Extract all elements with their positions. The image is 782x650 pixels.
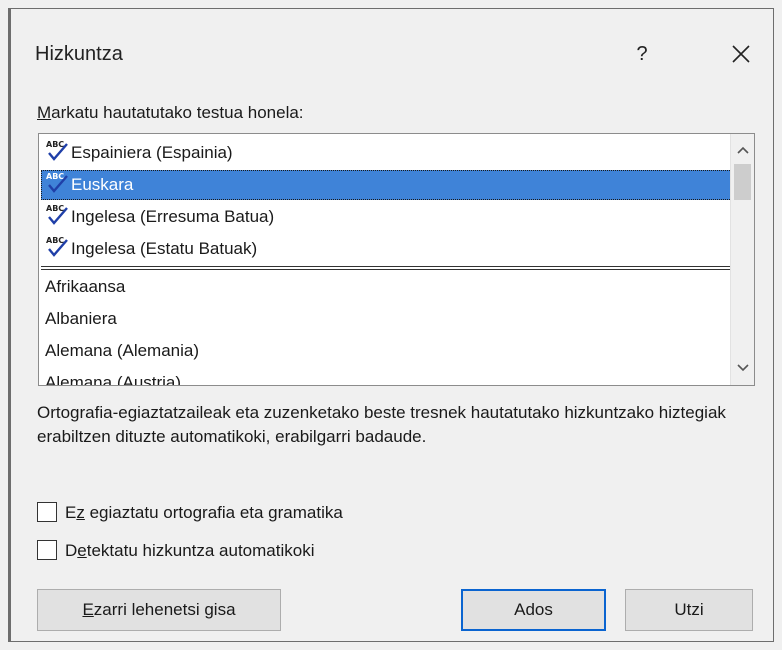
close-icon bbox=[732, 45, 750, 63]
checkbox-box[interactable] bbox=[37, 502, 57, 522]
language-label: Alemana (Alemania) bbox=[45, 341, 200, 360]
language-label: Espainiera (Espainia) bbox=[71, 143, 233, 162]
close-button[interactable] bbox=[723, 37, 759, 71]
chevron-up-icon bbox=[737, 146, 749, 154]
dialog-title: Hizkuntza bbox=[35, 43, 123, 65]
cancel-button[interactable]: Utzi bbox=[625, 589, 753, 631]
spellcheck-icon: ABC bbox=[45, 202, 69, 226]
language-label: Ingelesa (Estatu Batuak) bbox=[71, 239, 258, 258]
spellcheck-icon: ABC bbox=[45, 234, 69, 258]
spellcheck-icon: ABC bbox=[45, 170, 69, 194]
chevron-down-icon bbox=[737, 364, 749, 372]
svg-text:ABC: ABC bbox=[46, 236, 64, 245]
language-label: Albaniera bbox=[45, 309, 117, 328]
language-label: Ingelesa (Erresuma Batua) bbox=[71, 207, 275, 226]
listbox-scrollbar[interactable] bbox=[730, 134, 754, 385]
language-item[interactable]: Afrikaansa bbox=[41, 272, 742, 302]
scroll-up-button[interactable] bbox=[731, 138, 754, 160]
scroll-down-button[interactable] bbox=[731, 358, 754, 380]
language-list-label: Markatu hautatutako testua honela: bbox=[37, 103, 304, 122]
language-item[interactable]: Alemana (Alemania) bbox=[41, 336, 742, 366]
language-item[interactable]: ABC Euskara bbox=[41, 170, 742, 200]
language-item[interactable]: Alemana (Austria) bbox=[41, 368, 742, 386]
language-label: Afrikaansa bbox=[45, 277, 126, 296]
checkbox-box[interactable] bbox=[37, 540, 57, 560]
list-separator bbox=[41, 269, 742, 270]
list-separator bbox=[41, 266, 742, 267]
detect-language-checkbox[interactable]: Detektatu hizkuntza automatikoki bbox=[37, 539, 314, 565]
set-default-button[interactable]: Ezarri lehenetsi gisa bbox=[37, 589, 281, 631]
language-listbox[interactable]: ABC Espainiera (Espainia) ABC Euskara ABC Ing… bbox=[38, 133, 755, 386]
ok-button[interactable]: Ados bbox=[461, 589, 606, 631]
no-proofing-checkbox[interactable]: Ez egiaztatu ortografia eta gramatika bbox=[37, 501, 343, 527]
svg-text:ABC: ABC bbox=[46, 172, 64, 181]
svg-text:ABC: ABC bbox=[46, 204, 64, 213]
language-label: Euskara bbox=[71, 175, 134, 194]
scroll-thumb[interactable] bbox=[734, 164, 751, 200]
spellcheck-icon: ABC bbox=[45, 138, 69, 162]
language-item[interactable]: Albaniera bbox=[41, 304, 742, 334]
language-item[interactable]: ABC Ingelesa (Estatu Batuak) bbox=[41, 234, 742, 264]
language-label: Alemana (Austria) bbox=[45, 373, 182, 386]
language-item[interactable]: ABC Espainiera (Espainia) bbox=[41, 138, 742, 168]
language-dialog: Hizkuntza ? Markatu hautatutako testua h… bbox=[8, 8, 774, 642]
help-button[interactable]: ? bbox=[627, 39, 657, 69]
description-text: Ortografia-egiaztatzaileak eta zuzenketa… bbox=[37, 403, 726, 446]
language-item[interactable]: ABC Ingelesa (Erresuma Batua) bbox=[41, 202, 742, 232]
svg-text:ABC: ABC bbox=[46, 140, 64, 149]
